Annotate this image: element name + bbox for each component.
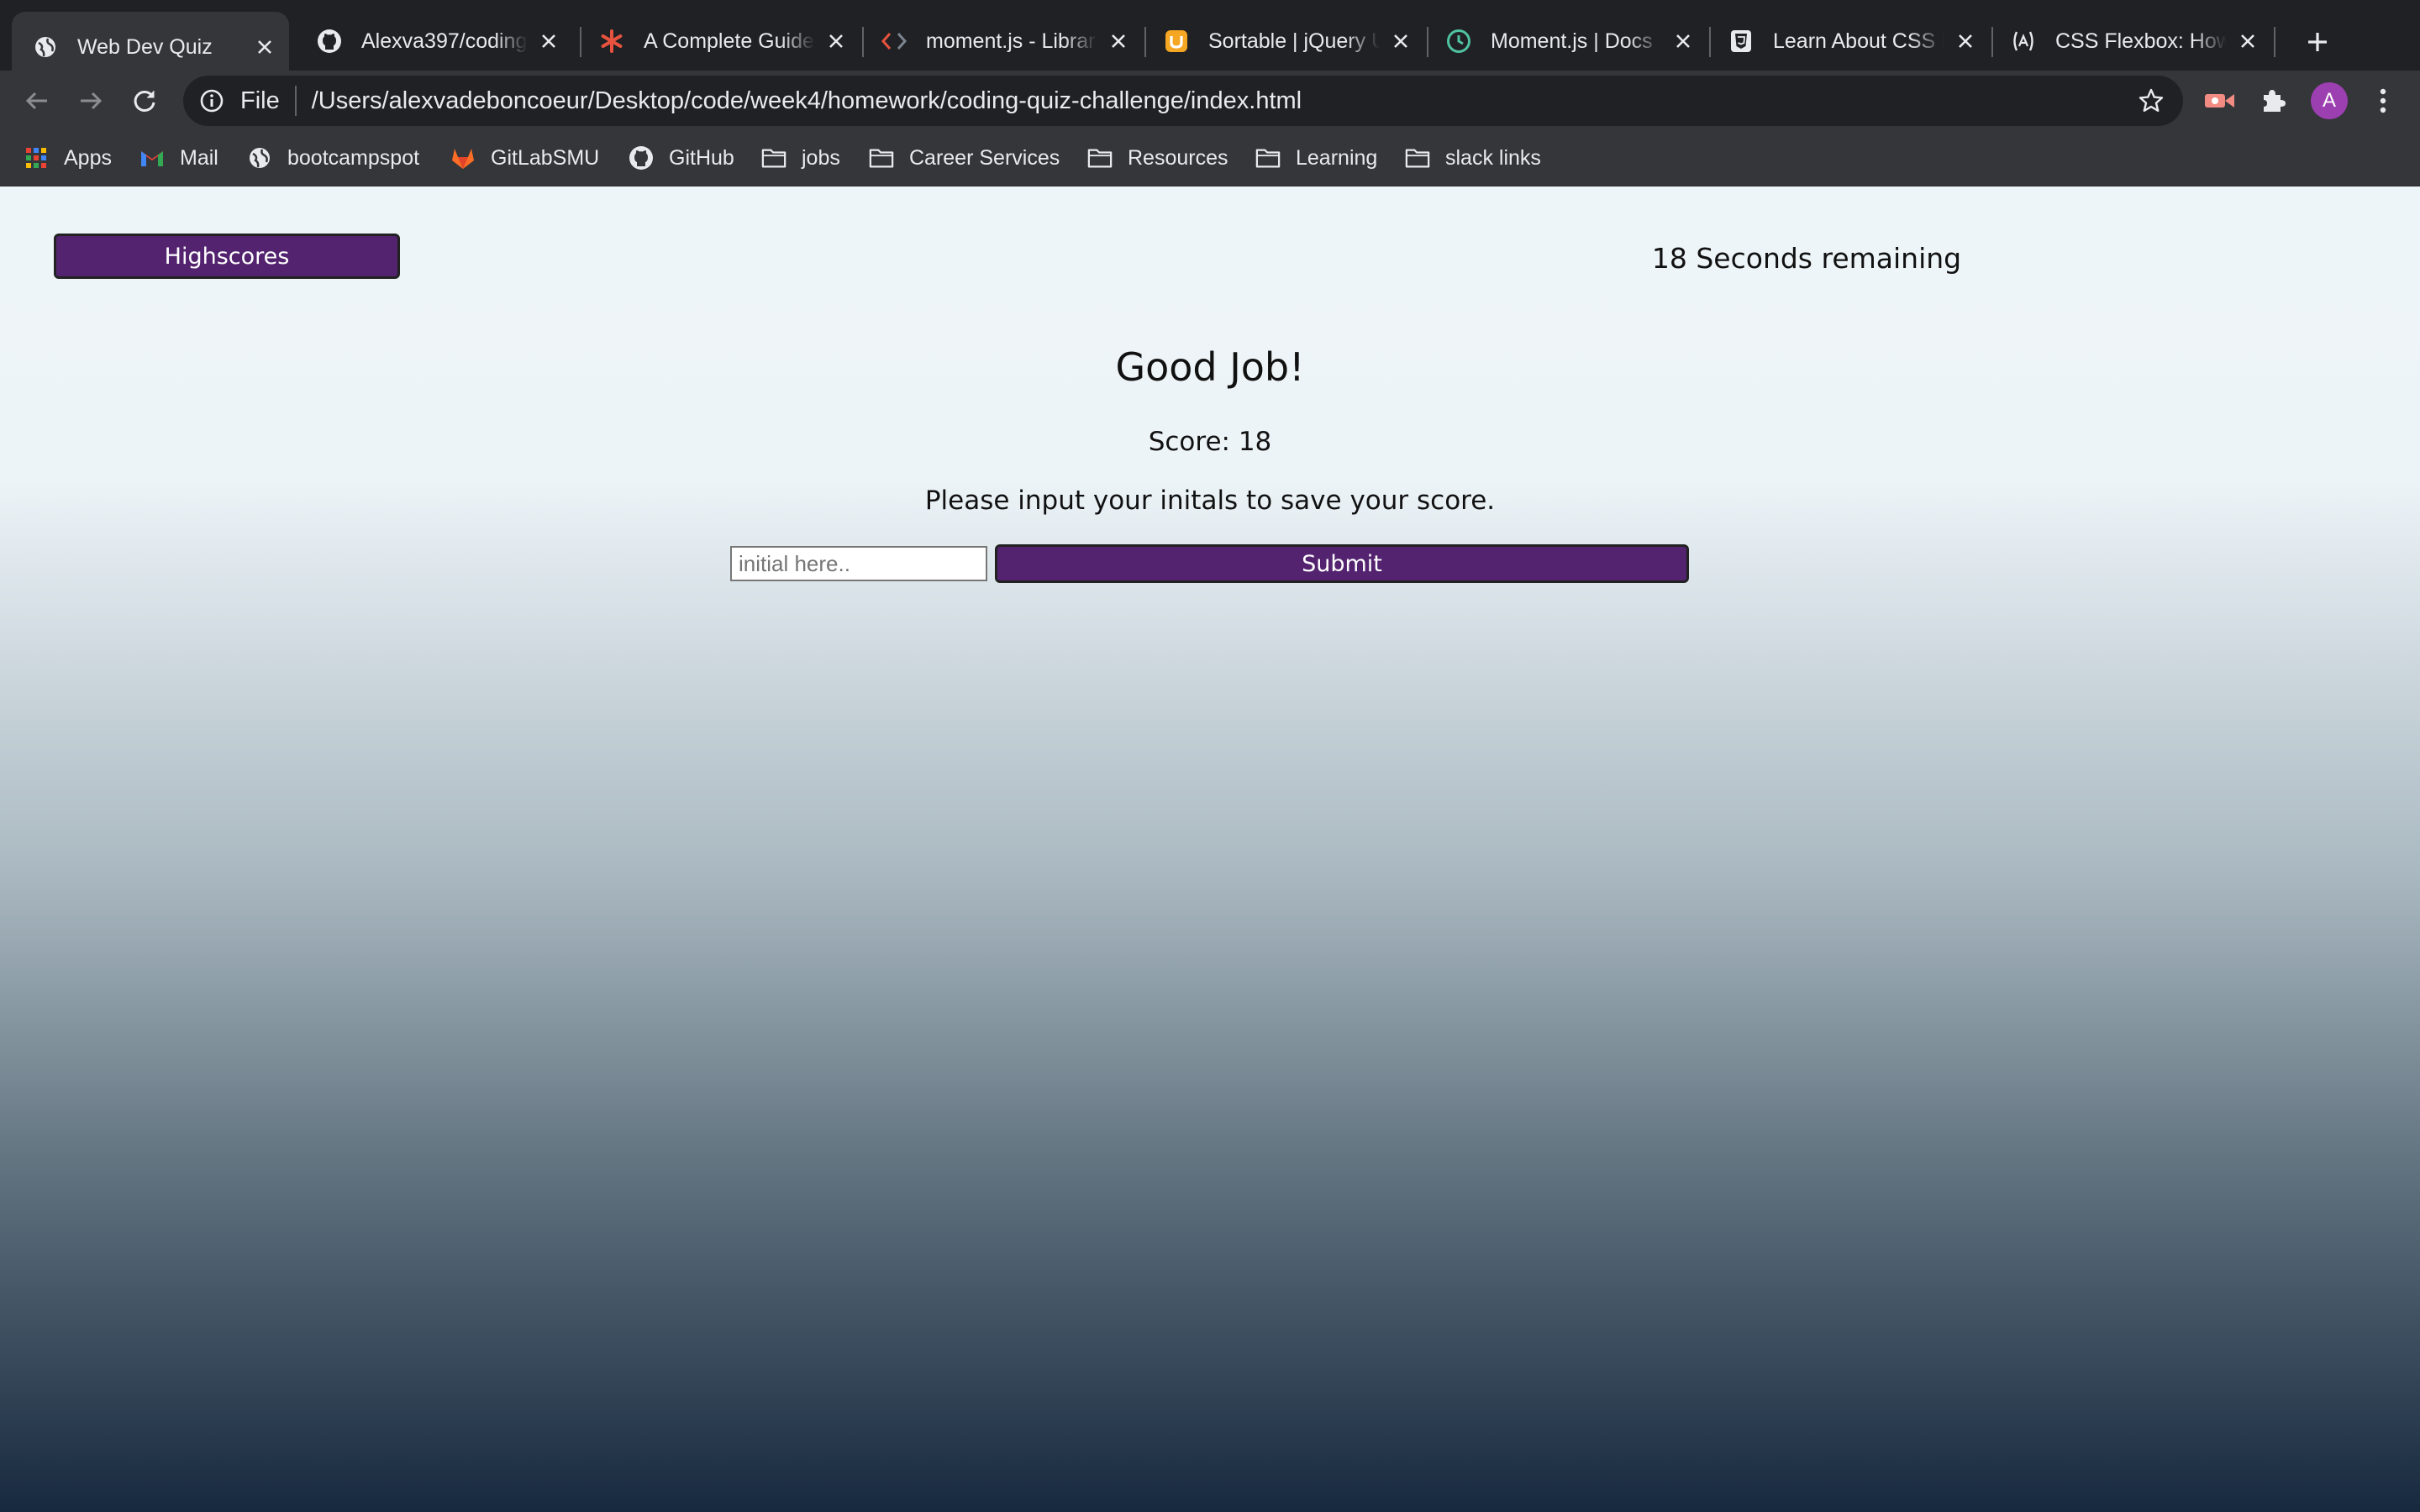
bookmark-label: Career Services	[909, 145, 1060, 170]
close-icon[interactable]	[1106, 29, 1131, 54]
bookmark-label: bootcampspot	[287, 145, 420, 170]
bookmark-folder-slack-links[interactable]: slack links	[1405, 141, 1541, 175]
bookmark-mail[interactable]: Mail	[139, 141, 218, 175]
github-icon	[629, 145, 654, 171]
css-shield-icon	[1728, 28, 1754, 55]
back-arrow-icon[interactable]	[18, 82, 55, 119]
tab-title: Learn About CSS L	[1773, 29, 1944, 53]
close-icon[interactable]	[1953, 29, 1978, 54]
gitlab-icon	[450, 145, 476, 171]
close-icon[interactable]	[252, 34, 277, 60]
tab-title: Moment.js | Docs	[1491, 29, 1653, 53]
bookmark-label: Resources	[1128, 145, 1228, 170]
github-icon	[316, 28, 343, 55]
quiz-page: Highscores 18 Seconds remaining Good Job…	[0, 186, 2420, 1512]
globe-icon	[247, 145, 272, 171]
bookmarks-bar: Apps Mail bootcampspot GitLabSMU GitHub …	[0, 129, 2420, 186]
bookmark-label: GitHub	[669, 145, 734, 170]
tab-moment-library[interactable]: moment.js - Librar	[860, 12, 1143, 71]
globe-icon	[32, 34, 59, 60]
close-icon[interactable]	[536, 29, 561, 54]
tab-sortable-jquery[interactable]: Sortable | jQuery U	[1143, 12, 1425, 71]
folder-icon	[1405, 145, 1430, 171]
tab-title: Sortable | jQuery U	[1208, 29, 1380, 53]
address-divider	[294, 86, 297, 116]
address-scheme: File	[240, 87, 280, 114]
tab-title: Web Dev Quiz	[77, 34, 213, 59]
asterisk-icon	[598, 28, 625, 55]
tab-learn-css[interactable]: Learn About CSS L	[1707, 12, 1990, 71]
submit-button[interactable]: Submit	[995, 544, 1689, 583]
bookmark-github[interactable]: GitHub	[629, 141, 734, 175]
dev-logo-icon	[2010, 28, 2037, 55]
gmail-icon	[139, 145, 165, 171]
tab-title: Alexva397/coding	[361, 29, 528, 53]
bookmark-label: GitLabSMU	[491, 145, 600, 170]
address-bar[interactable]: File /Users/alexvadeboncoeur/Desktop/cod…	[183, 76, 2183, 126]
tab-title: A Complete Guide	[644, 29, 814, 53]
tab-complete-guide[interactable]: A Complete Guide	[578, 12, 860, 71]
bookmark-gitlabsmu[interactable]: GitLabSMU	[450, 141, 599, 175]
bookmark-bootcampspot[interactable]: bootcampspot	[247, 141, 419, 175]
bookmark-label: slack links	[1445, 145, 1541, 170]
bookmark-folder-career-services[interactable]: Career Services	[869, 141, 1060, 175]
apps-grid-icon	[24, 145, 49, 171]
bookmark-label: Apps	[64, 145, 112, 170]
tab-title: CSS Flexbox: How	[2055, 29, 2227, 53]
score-text: Score: 18	[1148, 427, 1272, 457]
close-icon[interactable]	[1388, 29, 1413, 54]
bookmark-folder-learning[interactable]: Learning	[1255, 141, 1377, 175]
screencast-extension-icon[interactable]	[2202, 82, 2238, 119]
initials-prompt: Please input your initals to save your s…	[924, 486, 1496, 516]
bookmark-folder-resources[interactable]: Resources	[1087, 141, 1228, 175]
profile-avatar[interactable]: A	[2311, 82, 2348, 119]
clock-icon	[1445, 28, 1472, 55]
code-brackets-icon	[881, 28, 908, 55]
kebab-menu-icon[interactable]	[2365, 82, 2402, 119]
folder-icon	[1087, 145, 1113, 171]
folder-icon	[869, 145, 894, 171]
site-info-icon[interactable]	[198, 87, 225, 114]
bookmark-star-icon[interactable]	[2136, 86, 2166, 116]
reload-icon[interactable]	[126, 82, 163, 119]
address-url[interactable]: /Users/alexvadeboncoeur/Desktop/code/wee…	[312, 87, 1302, 115]
bookmark-apps[interactable]: Apps	[24, 141, 112, 175]
close-icon[interactable]	[2235, 29, 2260, 54]
tab-css-flexbox[interactable]: CSS Flexbox: How	[1990, 12, 2272, 71]
bookmark-label: jobs	[802, 145, 840, 170]
result-heading: Good Job!	[1115, 344, 1305, 390]
bookmark-label: Learning	[1296, 145, 1378, 170]
tab-moment-docs[interactable]: Moment.js | Docs	[1425, 12, 1707, 71]
new-tab-plus-icon[interactable]	[2297, 22, 2338, 62]
close-icon[interactable]	[823, 29, 849, 54]
folder-icon	[1255, 145, 1281, 171]
close-icon[interactable]	[1670, 29, 1696, 54]
tab-title: moment.js - Librar	[926, 29, 1096, 53]
bookmark-label: Mail	[180, 145, 218, 170]
jquery-ui-icon	[1163, 28, 1190, 55]
timer-text: 18 Seconds remaining	[1651, 242, 1962, 275]
tab-alexva397-coding[interactable]: Alexva397/coding	[296, 12, 573, 71]
folder-icon	[761, 145, 786, 171]
bookmark-folder-jobs[interactable]: jobs	[761, 141, 840, 175]
extensions-puzzle-icon[interactable]	[2255, 82, 2292, 119]
highscores-button[interactable]: Highscores	[54, 234, 400, 279]
tab-separator	[2274, 27, 2275, 57]
initials-input[interactable]	[730, 546, 987, 581]
forward-arrow-icon[interactable]	[72, 82, 109, 119]
